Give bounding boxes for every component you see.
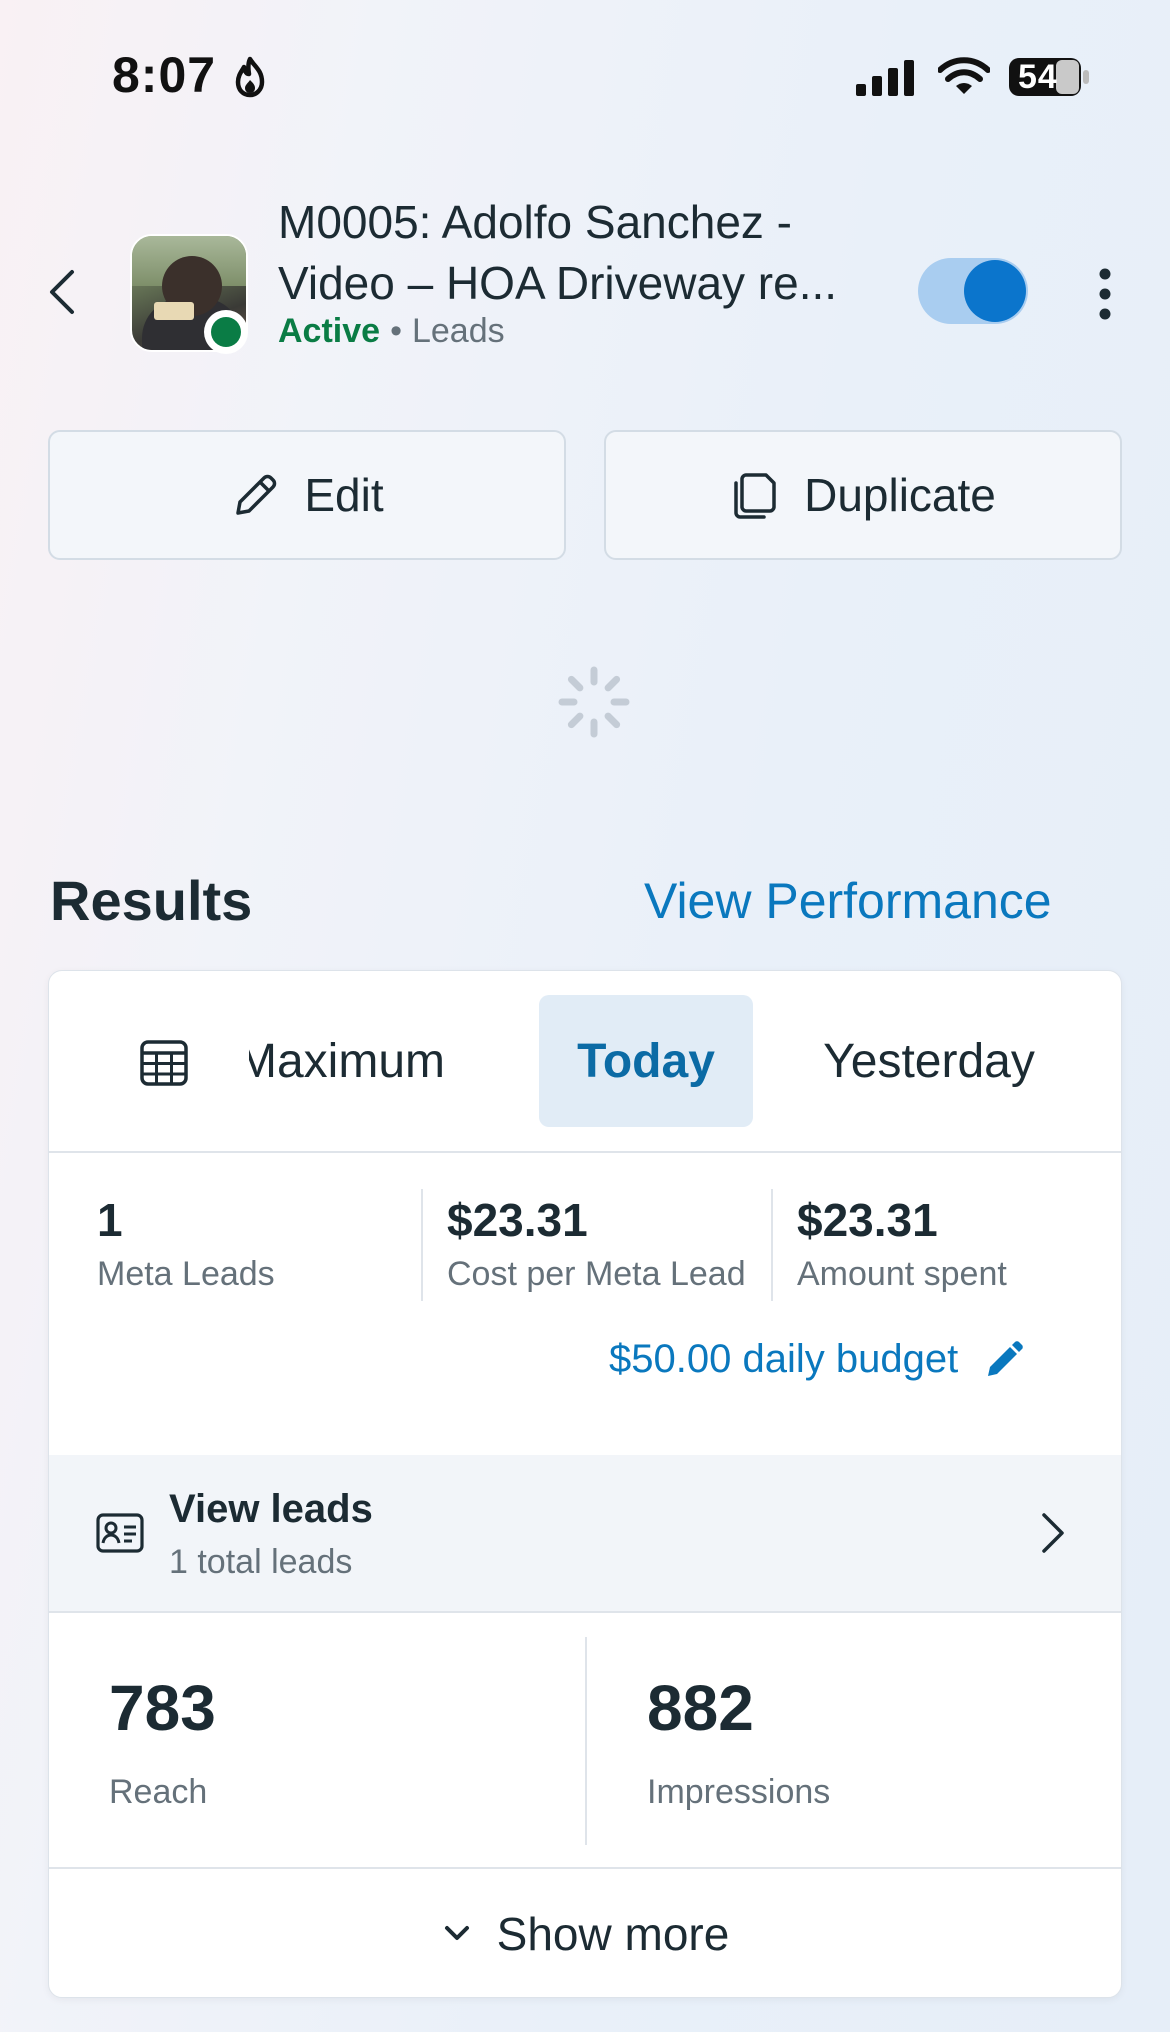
edit-pencil-icon [988, 1340, 1023, 1376]
tab-yesterday-label: Yesterday [823, 1034, 1035, 1088]
metric-value: $23.31 [797, 1194, 938, 1246]
status-separator: • [390, 312, 402, 350]
chevron-down-icon [444, 1926, 469, 1940]
metric-cost-per-lead: $23.31 Cost per Meta Lead [447, 1193, 746, 1294]
daily-budget-label: $50.00 daily budget [609, 1337, 959, 1381]
divider [771, 1189, 773, 1301]
results-card: Maximum Today Yesterday 1 Meta Leads $23… [48, 970, 1122, 1998]
ad-thumbnail[interactable] [130, 234, 252, 356]
stat-impressions: 882 Impressions [647, 1671, 830, 1812]
calendar-icon[interactable] [139, 1037, 189, 1087]
stat-label: Reach [109, 1773, 208, 1811]
more-options-icon[interactable] [1090, 266, 1120, 322]
ad-title-line2: Video – HOA Driveway re... [278, 257, 838, 309]
show-more-label: Show more [496, 1908, 730, 1960]
metric-value: 1 [97, 1194, 123, 1246]
duplicate-button[interactable]: Duplicate [604, 430, 1122, 560]
tab-today-label: Today [577, 1034, 715, 1088]
view-leads-subtitle: 1 total leads [169, 1543, 353, 1581]
toggle-knob [964, 260, 1026, 322]
metric-value: $23.31 [447, 1194, 588, 1246]
battery-level: 54 [1018, 58, 1058, 96]
view-performance-link[interactable]: View Performance [644, 872, 1052, 930]
show-more-button[interactable]: Show more [49, 1867, 1121, 1997]
ad-active-toggle[interactable] [918, 258, 1028, 324]
metric-label: Amount spent [797, 1255, 1007, 1293]
metric-label: Cost per Meta Lead [447, 1255, 746, 1293]
objective-label: Leads [411, 312, 505, 350]
contact-card-icon [96, 1513, 144, 1553]
stat-label: Impressions [647, 1773, 831, 1811]
view-leads-row[interactable]: View leads 1 total leads [49, 1455, 1121, 1613]
pencil-icon [236, 474, 277, 515]
stat-value: 882 [647, 1672, 754, 1744]
active-status-dot [204, 310, 248, 354]
tab-today[interactable]: Today [539, 995, 753, 1127]
wifi-icon [938, 57, 990, 94]
duplicate-label: Duplicate [804, 469, 996, 521]
back-chevron-icon[interactable] [46, 268, 78, 316]
results-heading: Results [50, 869, 253, 932]
tab-yesterday[interactable]: Yesterday [789, 995, 1069, 1127]
metric-label: Meta Leads [97, 1255, 275, 1293]
loading-spinner-icon [558, 666, 630, 738]
ad-title: M0005: Adolfo Sanchez - Video – HOA Driv… [278, 192, 878, 314]
stat-value: 783 [109, 1672, 216, 1744]
view-leads-title: View leads [169, 1487, 373, 1531]
tab-maximum-label: Maximum [249, 1034, 446, 1088]
battery-icon: 54 [1008, 56, 1090, 98]
date-range-tabs: Maximum Today Yesterday [49, 971, 1121, 1153]
tab-maximum[interactable]: Maximum [249, 995, 509, 1127]
edit-button[interactable]: Edit [48, 430, 566, 560]
status-active-label: Active [278, 312, 381, 350]
divider [421, 1189, 423, 1301]
edit-label: Edit [304, 469, 384, 521]
signal-icon [856, 60, 914, 96]
status-time: 8:07 [112, 47, 217, 103]
daily-budget-link[interactable]: $50.00 daily budget [609, 1337, 1024, 1382]
stat-reach: 783 Reach [109, 1671, 216, 1812]
divider [585, 1637, 587, 1845]
duplicate-icon [734, 473, 776, 519]
fire-icon [235, 56, 265, 98]
chevron-right-icon [1042, 1513, 1064, 1553]
metric-meta-leads: 1 Meta Leads [97, 1193, 275, 1294]
metric-amount-spent: $23.31 Amount spent [797, 1193, 1007, 1294]
ad-title-line1: M0005: Adolfo Sanchez - [278, 196, 792, 248]
ad-status-line: Active • Leads [278, 312, 505, 351]
